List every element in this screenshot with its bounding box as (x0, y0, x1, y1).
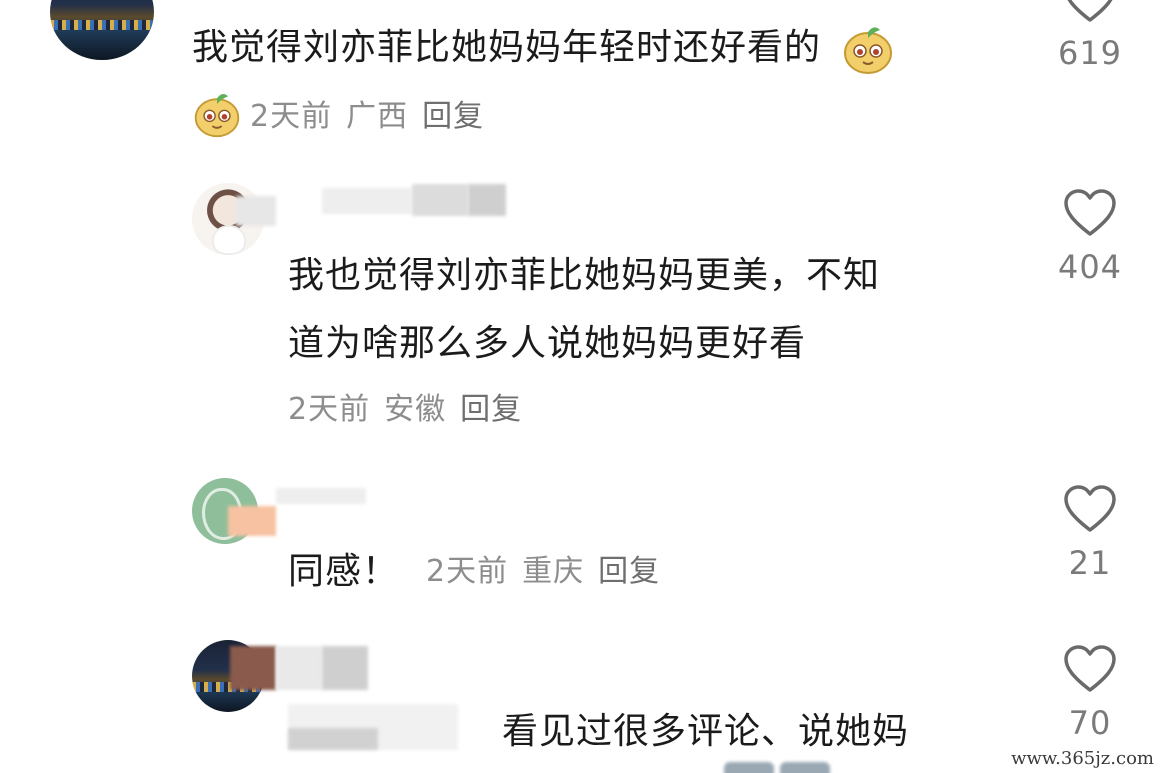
site-watermark: www.365jz.com (1007, 748, 1158, 769)
reply-button[interactable]: 回复 (422, 99, 484, 134)
heart-icon (1064, 645, 1116, 692)
comment-meta: 2天前 重庆 回复 (426, 548, 674, 596)
comment-time: 2天前 (288, 392, 371, 427)
commenter-avatar[interactable] (50, 0, 154, 60)
heart-icon (1064, 189, 1116, 236)
like-count: 70 (1068, 704, 1112, 742)
comment-meta: 2天前 广西 回复 (192, 92, 498, 140)
cute-mascot-emoji-icon (841, 22, 895, 76)
heart-icon (1067, 0, 1113, 22)
comment-time: 2天前 (426, 554, 509, 589)
reply-button[interactable]: 回复 (460, 392, 522, 427)
cute-mascot-emoji-icon (192, 89, 242, 139)
like-button[interactable]: 619 (1030, 0, 1150, 72)
comment-meta: 2天前 安徽 回复 (288, 386, 536, 434)
heart-icon (1064, 485, 1116, 532)
comment-text: 同感！ (288, 551, 400, 592)
comment-text: 我觉得刘亦菲比她妈妈年轻时还好看的 (192, 14, 895, 82)
comment-location: 重庆 (522, 554, 585, 589)
like-count: 619 (1057, 34, 1123, 72)
comment-location: 安徽 (384, 392, 447, 427)
comment-feed: 我觉得刘亦菲比她妈妈年轻时还好看的 2天前 广西 回复 619 我也觉得刘亦菲比… (0, 0, 1166, 773)
comment-location: 广西 (346, 98, 409, 134)
comment-text: 看见过很多评论、说她妈 (502, 711, 910, 752)
comment-text: 我也觉得刘亦菲比她妈妈更美，不知 道为啥那么多人说她妈妈更好看 (288, 255, 881, 364)
like-count: 21 (1068, 544, 1112, 582)
like-button[interactable]: 70 (1030, 644, 1150, 742)
like-button[interactable]: 21 (1030, 484, 1150, 582)
like-button[interactable]: 404 (1030, 188, 1150, 286)
comment-time: 2天前 (250, 98, 333, 134)
reply-button[interactable]: 回复 (598, 554, 660, 589)
like-count: 404 (1057, 248, 1123, 286)
